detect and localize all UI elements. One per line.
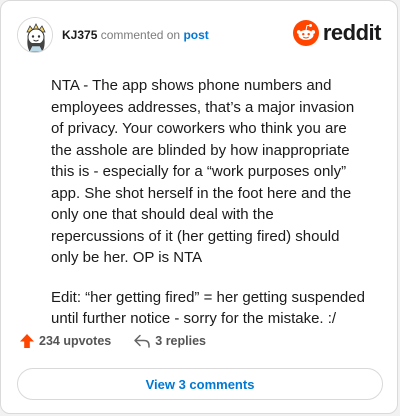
upvote-button[interactable]: 234 upvotes <box>19 333 111 349</box>
username[interactable]: KJ375 <box>62 28 97 42</box>
comment-paragraph: Edit: “her getting fired” = her getting … <box>51 288 365 328</box>
reddit-logo[interactable]: reddit <box>292 20 382 46</box>
avatar[interactable] <box>17 17 53 53</box>
view-comments-button[interactable]: View 3 comments <box>17 368 383 400</box>
comment-meta: KJ375 commented on post <box>62 27 209 43</box>
comment-card: KJ375 commented on post reddit NTA - The… <box>0 0 398 414</box>
comment-body: NTA - The app shows phone numbers and em… <box>51 75 369 348</box>
upvote-count: 234 upvotes <box>39 334 112 348</box>
upvote-arrow-icon <box>20 334 34 348</box>
reply-button[interactable]: 3 replies <box>133 333 206 349</box>
post-link[interactable]: post <box>183 28 208 42</box>
reddit-wordmark: reddit <box>322 20 382 45</box>
comment-paragraph: NTA - The app shows phone numbers and em… <box>51 77 355 266</box>
comment-footer: 234 upvotes 3 replies <box>19 333 206 349</box>
reply-count: 3 replies <box>155 334 206 348</box>
reply-arrow-icon <box>134 334 151 348</box>
reddit-snoo-icon <box>292 20 319 46</box>
avatar-image <box>18 18 52 52</box>
action-text: commented on <box>100 28 181 42</box>
comment-header: KJ375 commented on post reddit <box>17 15 382 55</box>
